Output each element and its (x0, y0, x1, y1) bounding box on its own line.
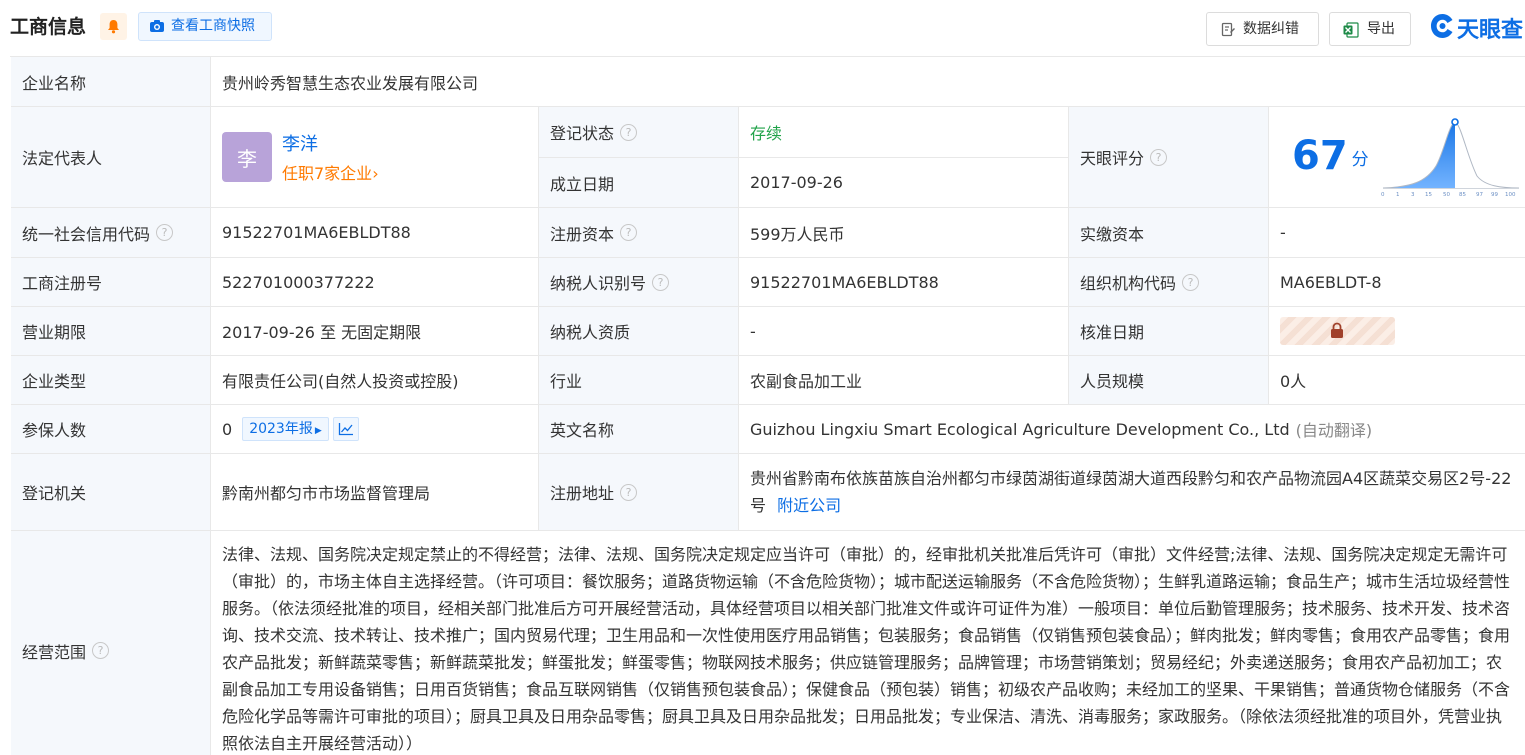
business-scope-cell: 法律、法规、国务院决定规定禁止的不得经营；法律、法规、国务院决定规定应当许可（审… (211, 531, 1525, 755)
score-axis-tick: 3 (1411, 192, 1415, 198)
business-term-value: 2017-09-26 至 无固定期限 (211, 307, 539, 356)
brand-logo-icon (1431, 14, 1453, 38)
taxpayer-qual-value: - (739, 307, 1069, 356)
help-icon[interactable]: ? (620, 123, 638, 141)
annual-report-link[interactable]: 2023年报 ▶ (242, 417, 329, 441)
english-name-value: Guizhou Lingxiu Smart Ecological Agricul… (739, 405, 1525, 454)
help-icon[interactable]: ? (620, 483, 638, 501)
insured-count-cell: 0 2023年报 ▶ (211, 405, 539, 454)
approval-date-label: 核准日期 (1069, 307, 1269, 356)
taxpayer-id-value: 91522701MA6EBLDT88 (739, 258, 1069, 307)
business-scope-label: 经营范围? (11, 531, 211, 755)
help-icon[interactable]: ? (156, 224, 174, 241)
taxpayer-qual-label: 纳税人资质 (539, 307, 739, 356)
founded-date-label: 成立日期 (539, 158, 739, 208)
reg-status-label: 登记状态? (539, 107, 739, 158)
reg-capital-label: 注册资本? (539, 208, 739, 258)
paid-capital-value: - (1269, 208, 1525, 258)
score-distribution-curve: 0 1 3 15 50 85 97 99 100 (1381, 118, 1520, 198)
avatar: 李 (222, 132, 272, 182)
business-term-label: 营业期限 (11, 307, 211, 356)
legal-rep-positions-link[interactable]: 任职7家企业› (282, 160, 379, 184)
org-code-value: MA6EBLDT-8 (1269, 258, 1525, 307)
reg-capital-value: 599万人民币 (739, 208, 1069, 258)
company-name-value: 贵州岭秀智慧生态农业发展有限公司 (211, 57, 1525, 107)
trend-chart-button[interactable] (332, 417, 359, 441)
insured-count-value: 0 (222, 419, 233, 439)
approval-date-value (1269, 307, 1525, 356)
caret-right-icon: ▶ (314, 426, 322, 436)
tianyan-score-label: 天眼评分? (1069, 107, 1269, 208)
reg-status-value: 存续 (739, 107, 1069, 158)
excel-icon (1343, 22, 1359, 38)
score-axis-tick: 99 (1491, 192, 1498, 198)
help-icon[interactable]: ? (652, 273, 670, 291)
reg-number-label: 工商注册号 (11, 258, 211, 307)
data-correction-label: 数据纠错 (1243, 21, 1299, 37)
credit-code-label: 统一社会信用代码? (11, 208, 211, 258)
legal-rep-label: 法定代表人 (11, 107, 211, 208)
help-icon[interactable]: ? (92, 642, 110, 659)
help-icon[interactable]: ? (1182, 273, 1200, 291)
score-axis-tick: 85 (1459, 192, 1466, 198)
section-header: 工商信息 查看工商快照 数据纠错 导出 天眼查 (0, 0, 1525, 56)
view-snapshot-button[interactable]: 查看工商快照 (138, 12, 272, 41)
legal-rep-name-link[interactable]: 李洋 (282, 130, 379, 156)
line-chart-icon (338, 423, 353, 436)
vip-locked-field[interactable] (1280, 317, 1395, 345)
score-axis-tick: 50 (1443, 192, 1450, 198)
tianyan-score-cell[interactable]: 67 分 0 1 3 15 50 85 97 99 100 (1269, 107, 1525, 208)
score-axis-tick: 1 (1396, 192, 1400, 198)
reg-address-label: 注册地址? (539, 454, 739, 531)
edit-document-icon (1221, 22, 1235, 37)
legal-rep-cell: 李 李洋 任职7家企业› (211, 107, 539, 208)
nearby-companies-link[interactable]: 附近公司 (777, 496, 841, 515)
company-type-value: 有限责任公司(自然人投资或控股) (211, 356, 539, 405)
founded-date-value: 2017-09-26 (739, 158, 1069, 208)
staff-size-value: 0人 (1269, 356, 1525, 405)
business-info-table: 企业名称 贵州岭秀智慧生态农业发展有限公司 法定代表人 李 李洋 任职7家企业›… (10, 56, 1525, 755)
score-axis-tick: 15 (1425, 192, 1432, 198)
reg-address-cell: 贵州省黔南布依族苗族自治州都匀市绿茵湖街道绿茵湖大道西段黔匀和农产品物流园A4区… (739, 454, 1525, 531)
org-code-label: 组织机构代码? (1069, 258, 1269, 307)
industry-label: 行业 (539, 356, 739, 405)
reg-authority-label: 登记机关 (11, 454, 211, 531)
help-icon[interactable]: ? (620, 224, 638, 241)
data-correction-button[interactable]: 数据纠错 (1206, 12, 1319, 46)
lock-icon (1331, 322, 1343, 338)
paid-capital-label: 实缴资本 (1069, 208, 1269, 258)
reg-number-value: 522701000377222 (211, 258, 539, 307)
insured-count-label: 参保人数 (11, 405, 211, 454)
brand-name: 天眼查 (1457, 18, 1524, 43)
company-name-label: 企业名称 (11, 57, 211, 107)
help-icon[interactable]: ? (1150, 148, 1168, 166)
export-button[interactable]: 导出 (1329, 12, 1411, 46)
industry-value: 农副食品加工业 (739, 356, 1069, 405)
score-unit: 分 (1351, 150, 1369, 170)
business-scope-value: 法律、法规、国务院决定规定禁止的不得经营；法律、法规、国务院决定规定应当许可（审… (222, 545, 1511, 753)
view-snapshot-label: 查看工商快照 (171, 18, 255, 34)
english-name-label: 英文名称 (539, 405, 739, 454)
bell-icon (108, 20, 119, 34)
reg-address-value: 贵州省黔南布依族苗族自治州都匀市绿茵湖街道绿茵湖大道西段黔匀和农产品物流园A4区… (750, 469, 1512, 515)
camera-icon (150, 20, 164, 32)
follow-bell-button[interactable] (100, 13, 127, 40)
credit-code-value: 91522701MA6EBLDT88 (211, 208, 539, 258)
section-title: 工商信息 (10, 16, 87, 38)
export-label: 导出 (1367, 21, 1395, 37)
score-axis-tick: 0 (1381, 192, 1385, 198)
reg-authority-value: 黔南州都匀市市场监督管理局 (211, 454, 539, 531)
company-type-label: 企业类型 (11, 356, 211, 405)
score-axis-tick: 100 (1505, 192, 1516, 198)
score-value: 67 (1292, 133, 1348, 179)
taxpayer-id-label: 纳税人识别号? (539, 258, 739, 307)
score-axis-tick: 97 (1476, 192, 1483, 198)
chevron-right-icon: › (372, 164, 379, 183)
staff-size-label: 人员规模 (1069, 356, 1269, 405)
auto-translate-note: (自动翻译) (1295, 421, 1373, 440)
